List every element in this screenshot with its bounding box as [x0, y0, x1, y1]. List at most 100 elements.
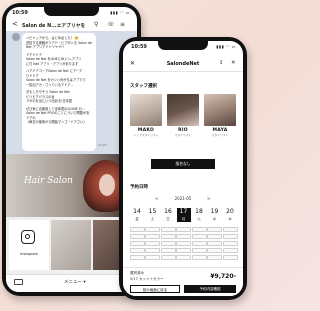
status-icons: ▮▮▮ ◠ ▭ [216, 44, 236, 49]
day-number: 20 [226, 208, 234, 215]
time-slot[interactable] [145, 255, 160, 260]
banner-script-text: Hair Salon [24, 176, 73, 186]
time-slot[interactable] [207, 234, 222, 239]
time-slot[interactable] [191, 241, 207, 246]
day-16[interactable]: 16 日 [161, 208, 175, 222]
time-slot[interactable] [222, 227, 238, 232]
chat-title-suffix: エアブリヤを [56, 24, 86, 29]
staff-rank: スタイリスト [174, 133, 192, 137]
staff-rank: トップスタイリスト [133, 133, 159, 137]
time-slot[interactable] [191, 234, 207, 239]
search-icon[interactable]: ⚲ [94, 21, 98, 28]
day-14[interactable]: 14 金 [130, 208, 144, 222]
keyboard-icon[interactable] [14, 279, 23, 285]
staff-card-maya[interactable]: MAYA スタイリスト [204, 94, 236, 137]
time-slot[interactable] [160, 227, 176, 232]
time-slot[interactable] [129, 234, 145, 239]
selected-label: 選択済み [130, 271, 144, 275]
time-slot[interactable] [176, 234, 191, 239]
time-slot[interactable] [222, 241, 238, 246]
share-icon[interactable]: ⇪ [219, 60, 224, 66]
app-header: ✕ SalondeNet ⇪ ✕ [123, 57, 243, 72]
day-number: 18 [195, 208, 203, 215]
time-slot[interactable] [176, 255, 191, 260]
time-slot[interactable] [176, 248, 191, 253]
instagram-icon [21, 230, 35, 244]
back-button[interactable]: 前の画面に戻る [130, 285, 180, 293]
avatar [12, 33, 20, 41]
no-preference-button[interactable]: 指名なし [151, 159, 215, 169]
time-slot[interactable] [160, 241, 176, 246]
staff-section-title: スタッフ選択 [130, 84, 157, 89]
booking-footer: 選択済み 5/17 カット＋カラー ¥9,720- 前の画面に戻る 予約内容確認 [123, 267, 243, 296]
day-weekday: 月 [176, 216, 191, 222]
time-slot[interactable] [129, 227, 145, 232]
day-19[interactable]: 19 水 [208, 208, 222, 222]
day-weekday: 木 [228, 217, 232, 221]
message-bubble: ハピャッアから、はじめ出した！ 🤗 送信する連絡がリアド・ビブが入る Salon … [22, 33, 96, 151]
menu-toggle[interactable]: メニュー ▾ [64, 279, 86, 285]
phone-notch [158, 41, 208, 50]
time-slot[interactable] [191, 255, 207, 260]
status-icons: ▮▮▮ ◠ ▭ [110, 10, 130, 15]
time-slot[interactable] [191, 248, 207, 253]
rich-menu-tile[interactable] [51, 220, 91, 270]
staff-card-rio[interactable]: RIO スタイリスト [167, 94, 199, 137]
time-slot[interactable] [207, 255, 222, 260]
message-line: Salon de Net POOのことについで問題があ [26, 111, 90, 115]
time-slot[interactable] [191, 227, 207, 232]
day-15[interactable]: 15 土 [146, 208, 160, 222]
time-slot[interactable] [176, 241, 191, 246]
time-slot[interactable] [129, 241, 145, 246]
rich-menu-banner[interactable]: Hair Salon [6, 154, 137, 217]
message-line: Salon de Net をカシハ対がるはアプアパ [26, 78, 86, 82]
staff-rank: スタイリスト [211, 133, 229, 137]
day-18[interactable]: 18 火 [192, 208, 206, 222]
time-slot[interactable] [160, 255, 176, 260]
time-slot[interactable] [160, 248, 176, 253]
time-slot[interactable] [222, 234, 238, 239]
phone-icon[interactable]: ☏ [107, 21, 115, 28]
instagram-tile[interactable]: Instagram [9, 220, 49, 270]
time-slot[interactable] [129, 255, 145, 260]
day-17[interactable]: 17 月 [176, 208, 191, 222]
time-slot[interactable] [207, 227, 222, 232]
time-slot[interactable] [176, 227, 191, 232]
message-line: （毎日の使用から開始マンゴードアさい) [26, 120, 85, 124]
next-month-icon[interactable]: > [207, 196, 210, 201]
salon-booking-screen: 10:59 ▮▮▮ ◠ ▭ ✕ SalondeNet ⇪ ✕ スタッフ選択 MA… [123, 41, 243, 296]
time-slot[interactable] [222, 255, 238, 260]
time-slot[interactable] [129, 248, 145, 253]
status-time: 10:59 [131, 44, 147, 50]
time-slot[interactable] [145, 248, 160, 253]
time-slot[interactable] [207, 241, 222, 246]
right-phone: 10:59 ▮▮▮ ◠ ▭ ✕ SalondeNet ⇪ ✕ スタッフ選択 MA… [119, 37, 247, 300]
time-slot[interactable] [160, 234, 176, 239]
day-number: 15 [148, 208, 157, 215]
instagram-label: Instagram [20, 252, 38, 256]
day-weekday: 日 [166, 217, 170, 221]
day-weekday: 火 [197, 217, 201, 221]
time-slot[interactable] [145, 234, 160, 239]
staff-card-mako[interactable]: MAKO トップスタイリスト [130, 94, 162, 137]
staff-photo [204, 94, 236, 126]
close-icon[interactable]: ✕ [231, 60, 236, 66]
model-face-image [99, 174, 115, 196]
menu-icon[interactable]: ≡ [120, 21, 125, 28]
month-label: 2021-05 [174, 196, 192, 201]
time-slot[interactable] [145, 227, 160, 232]
staff-photo [130, 94, 162, 126]
chat-bottom-bar: メニュー ▾ [6, 274, 137, 292]
day-20[interactable]: 20 木 [223, 208, 237, 222]
back-icon[interactable]: < [12, 20, 18, 28]
time-slot[interactable] [145, 241, 160, 246]
confirm-booking-button[interactable]: 予約内容確認 [184, 285, 236, 293]
day-number: 16 [164, 208, 172, 215]
app-title: SalondeNet [166, 61, 200, 67]
time-slot[interactable] [207, 248, 222, 253]
rich-menu-tiles: Instagram [6, 217, 137, 274]
selected-service: 5/17 カット＋カラー [130, 277, 164, 281]
time-slot[interactable] [222, 248, 238, 253]
chat-title: Salon de N...エアブリヤを [22, 22, 92, 29]
status-time: 10:59 [12, 10, 28, 16]
